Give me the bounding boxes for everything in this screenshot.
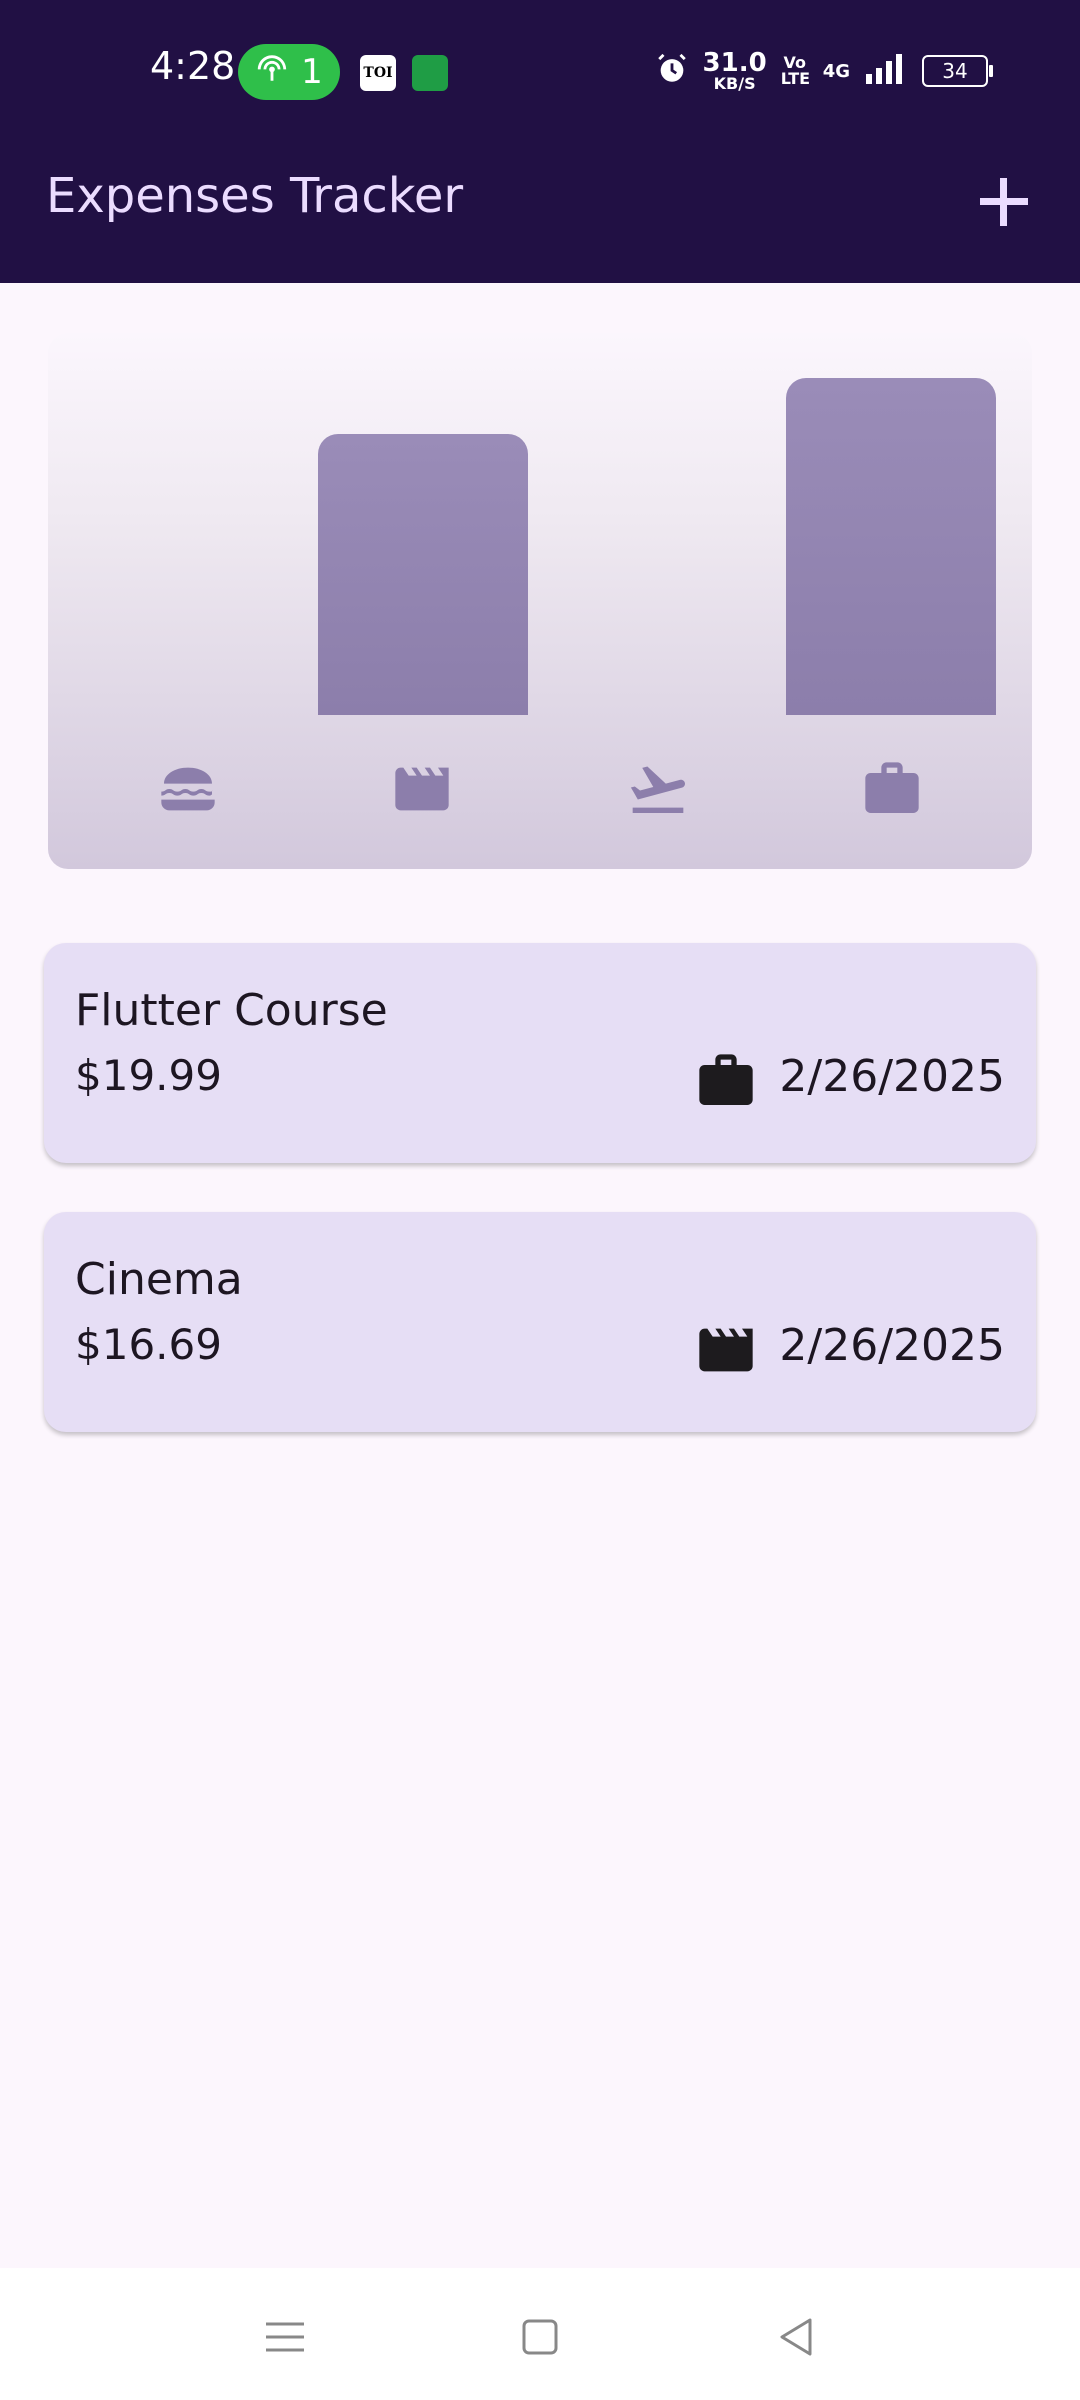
- net-speed-value: 31.0: [702, 48, 767, 78]
- expenses-chart: [48, 333, 1032, 869]
- expense-title: Cinema: [75, 1254, 243, 1305]
- back-triangle-icon[interactable]: [772, 2312, 822, 2362]
- status-time: 4:28: [150, 44, 236, 88]
- net-speed-unit: KB/S: [713, 74, 756, 93]
- expense-card[interactable]: Flutter Course $19.99 2/26/2025: [44, 943, 1036, 1163]
- volte-label: Vo LTE: [780, 53, 811, 88]
- clapperboard-icon: [694, 1318, 758, 1382]
- status-bar: 4:28 1 TOI 31.0 KB/S Vo LTE 4G 34: [0, 0, 1080, 140]
- hotspot-icon: [255, 51, 289, 94]
- alarm-icon: [655, 52, 689, 90]
- page-title: Expenses Tracker: [46, 168, 464, 224]
- toi-app-icon: TOI: [360, 55, 396, 91]
- chart-bar-leisure: [318, 434, 528, 715]
- flight-takeoff-icon: [626, 757, 690, 821]
- system-nav-bar: [0, 2268, 1080, 2400]
- hamburger-icon: [156, 757, 220, 821]
- expense-date: 2/26/2025: [779, 1320, 1005, 1371]
- expense-title: Flutter Course: [75, 985, 388, 1036]
- status-right: 31.0 KB/S Vo LTE 4G 34: [655, 50, 993, 92]
- plus-icon: [980, 178, 1028, 226]
- briefcase-icon: [694, 1049, 758, 1113]
- menu-icon[interactable]: [260, 2312, 310, 2362]
- signal-icon: [864, 52, 908, 90]
- chart-bars: [48, 378, 1032, 715]
- expense-date: 2/26/2025: [779, 1051, 1005, 1102]
- expense-amount: $16.69: [75, 1320, 222, 1369]
- store-app-icon: [412, 55, 448, 91]
- battery-icon: 34: [922, 55, 993, 87]
- chart-bar-work: [786, 378, 996, 715]
- network-type: 4G: [822, 60, 850, 82]
- hotspot-indicator: 1: [238, 44, 340, 100]
- clapperboard-icon: [390, 757, 454, 821]
- home-square-icon[interactable]: [515, 2312, 565, 2362]
- expense-amount: $19.99: [75, 1051, 222, 1100]
- briefcase-icon: [860, 757, 924, 821]
- hotspot-count: 1: [301, 52, 323, 92]
- battery-level: 34: [942, 59, 968, 83]
- add-expense-button[interactable]: [974, 172, 1034, 232]
- expense-card[interactable]: Cinema $16.69 2/26/2025: [44, 1212, 1036, 1432]
- net-speed: 31.0 KB/S: [703, 50, 767, 92]
- app-bar: Expenses Tracker: [0, 140, 1080, 283]
